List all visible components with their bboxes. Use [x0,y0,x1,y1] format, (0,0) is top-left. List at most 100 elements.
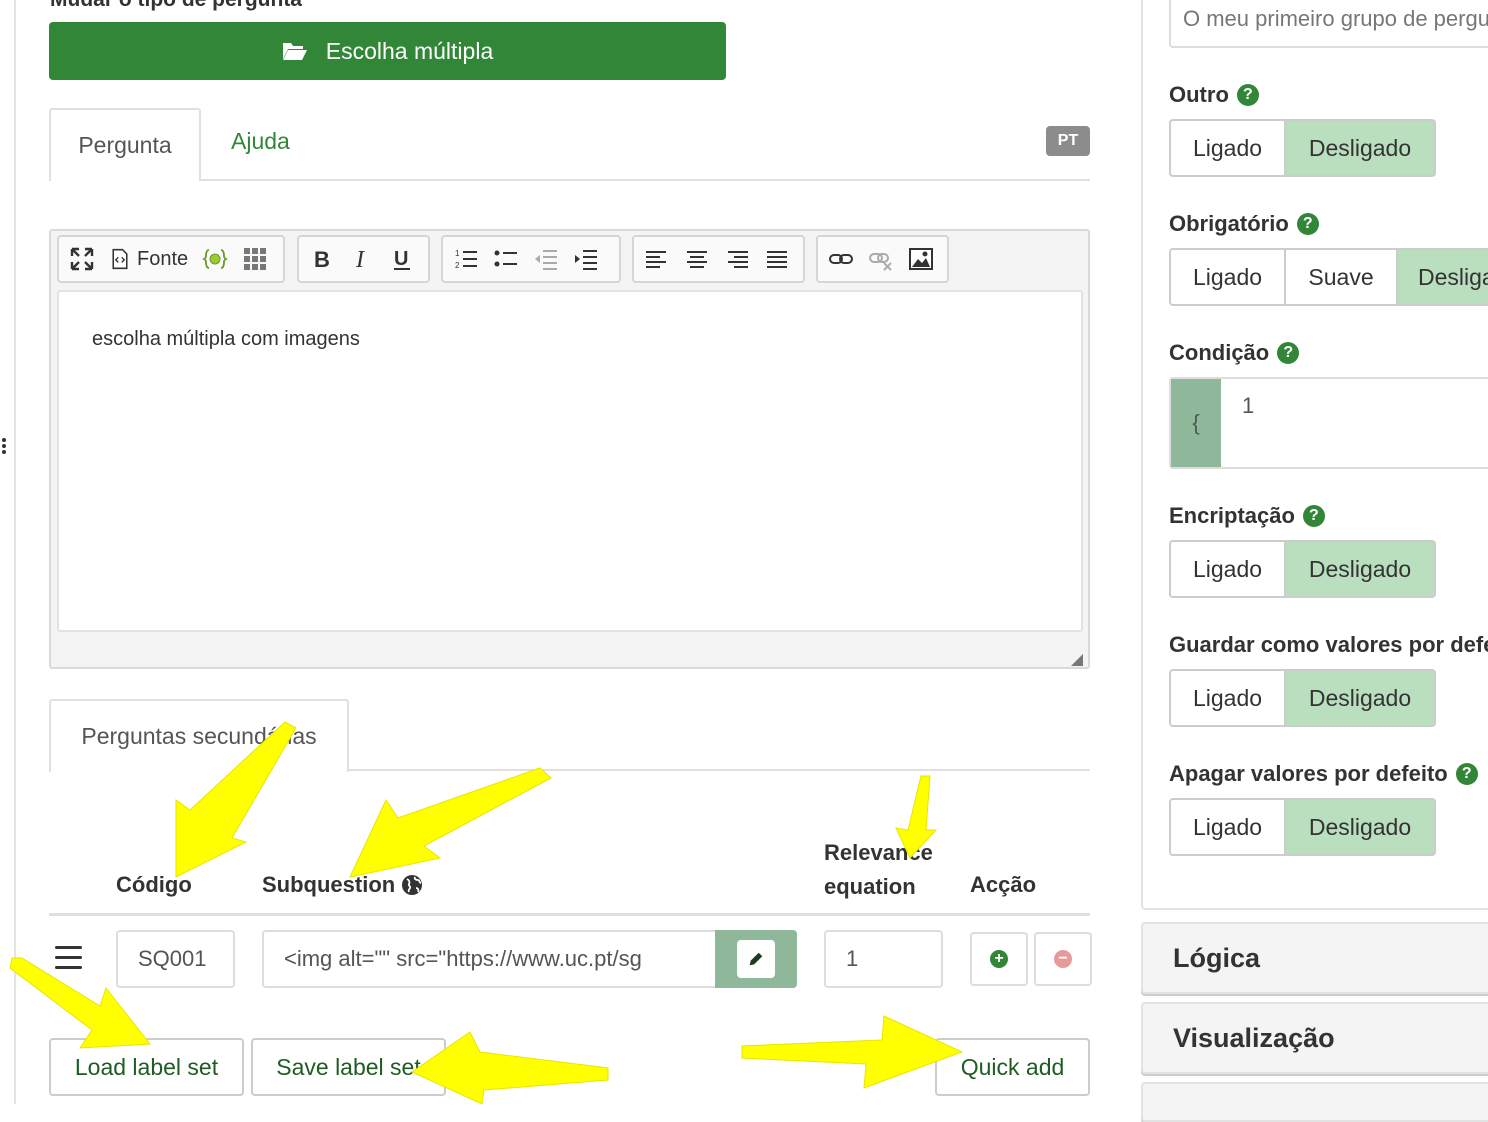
help-icon[interactable]: ? [1455,763,1478,785]
align-center-icon[interactable] [684,246,710,272]
align-right-icon[interactable] [724,246,750,272]
table-grid-icon[interactable] [242,246,268,272]
quick-add-button[interactable]: Quick add [935,1038,1090,1096]
toolbar-group-align [632,235,805,283]
plus-circle-icon: + [990,950,1008,968]
minus-circle-icon: − [1054,950,1072,968]
mandatory-soft-option[interactable]: Suave [1284,248,1398,306]
svg-text:1: 1 [455,249,460,258]
encryption-on-option[interactable]: Ligado [1169,540,1286,598]
resize-grip-icon[interactable] [1071,654,1083,666]
underline-icon[interactable]: U [389,246,415,272]
question-type-button[interactable]: Escolha múltipla [49,22,726,80]
subquestion-text-input[interactable]: <img alt="" src="https://www.uc.pt/sg [262,930,718,988]
svg-text:B: B [314,247,330,272]
edit-subquestion-button[interactable] [715,930,797,988]
accordion-display[interactable]: Visualização [1141,1002,1488,1074]
setting-clear-defaults-label: Apagar valores por defeito? [1169,761,1488,787]
tabs-baseline [49,179,1090,181]
toolbar-group-document: Fonte [57,235,285,283]
align-justify-icon[interactable] [764,246,790,272]
column-header-subquestion: Subquestion [262,872,423,898]
question-type-label: Escolha múltipla [325,37,494,64]
add-row-button[interactable]: + [970,932,1028,986]
setting-other-label: Outro? [1169,82,1259,108]
link-icon[interactable] [828,246,854,272]
bullet-list-icon[interactable] [493,246,519,272]
drag-handle-icon[interactable] [2,438,6,454]
relevance-equation-input[interactable]: 1 [824,930,943,988]
source-label: Fonte [137,247,189,270]
svg-text:I: I [355,247,365,272]
folder-open-icon [282,43,307,60]
editor-text: escolha múltipla com imagens [92,328,360,350]
image-icon[interactable] [908,246,934,272]
tab-help[interactable]: Ajuda [231,128,290,155]
accordion-logic[interactable]: Lógica [1141,922,1488,994]
italic-icon[interactable]: I [349,246,375,272]
page-left-border [14,0,16,1104]
help-icon[interactable]: ? [1277,342,1300,364]
section-title: Mudar o tipo de pergunta [50,0,302,12]
language-badge: PT [1046,126,1090,156]
condition-value: 1 [1242,393,1255,418]
setting-other-toggle: Ligado Desligado [1169,119,1436,177]
unlink-icon[interactable] [868,246,894,272]
setting-save-defaults-label: Guardar como valores por defeito [1169,632,1488,658]
help-icon[interactable]: ? [1302,505,1325,527]
expression-icon[interactable] [202,246,229,272]
setting-clear-defaults-text: Apagar valores por defeito [1169,761,1448,786]
setting-mandatory-label: Obrigatório? [1169,211,1319,237]
arrow-to-subquestion-icon [349,767,552,878]
bold-icon[interactable]: B [309,246,335,272]
delete-row-button[interactable]: − [1034,932,1092,986]
save-defaults-off-option[interactable]: Desligado [1284,669,1436,727]
tab-question[interactable]: Pergunta [49,108,201,181]
tab-subquestions[interactable]: Perguntas secundárias [49,699,349,772]
help-icon[interactable]: ? [1236,84,1259,106]
clear-defaults-on-option[interactable]: Ligado [1169,798,1286,856]
align-left-icon[interactable] [644,246,670,272]
mandatory-off-option[interactable]: Desligado [1396,248,1488,306]
save-defaults-on-option[interactable]: Ligado [1169,669,1286,727]
condition-prefix: { [1171,379,1221,467]
pencil-icon-wrap [737,940,775,978]
globe-icon[interactable] [401,874,423,896]
accordion-next-section[interactable] [1141,1082,1488,1122]
mandatory-on-option[interactable]: Ligado [1169,248,1286,306]
setting-condition-text: Condição [1169,340,1270,365]
numbered-list-icon[interactable]: 12 [453,246,479,272]
setting-mandatory-text: Obrigatório [1169,211,1289,236]
question-group-select[interactable]: O meu primeiro grupo de perguntas [1169,0,1488,48]
column-header-code: Código [116,872,192,897]
setting-save-defaults-text: Guardar como valores por defeito [1169,632,1488,657]
setting-clear-defaults-toggle: Ligado Desligado [1169,798,1436,856]
encryption-off-option[interactable]: Desligado [1284,540,1436,598]
save-label-set-button[interactable]: Save label set [251,1038,446,1096]
source-button[interactable]: Fonte [109,247,188,271]
row-drag-handle-icon[interactable] [55,946,82,970]
maximize-icon[interactable] [69,246,95,272]
table-header-divider [49,913,1090,916]
help-icon[interactable]: ? [1296,213,1319,235]
load-label-set-button[interactable]: Load label set [49,1038,244,1096]
setting-save-defaults-toggle: Ligado Desligado [1169,669,1436,727]
column-header-subquestion-label: Subquestion [262,872,396,897]
toolbar-group-format: B I U [297,235,430,283]
clear-defaults-off-option[interactable]: Desligado [1284,798,1436,856]
setting-condition-label: Condição? [1169,340,1300,366]
outdent-icon[interactable] [533,246,559,272]
arrow-to-quick-add-icon [741,1015,964,1089]
setting-other-text: Outro [1169,82,1229,107]
subquestion-code-input[interactable]: SQ001 [116,930,235,988]
svg-text:U: U [394,248,408,270]
pencil-icon [749,952,763,966]
source-document-icon [112,248,128,270]
setting-encryption-label: Encriptação? [1169,503,1325,529]
indent-icon[interactable] [573,246,599,272]
setting-encryption-toggle: Ligado Desligado [1169,540,1436,598]
other-on-option[interactable]: Ligado [1169,119,1286,177]
setting-mandatory-toggle: Ligado Suave Desligado [1169,248,1488,306]
setting-encryption-text: Encriptação [1169,503,1295,528]
other-off-option[interactable]: Desligado [1284,119,1436,177]
